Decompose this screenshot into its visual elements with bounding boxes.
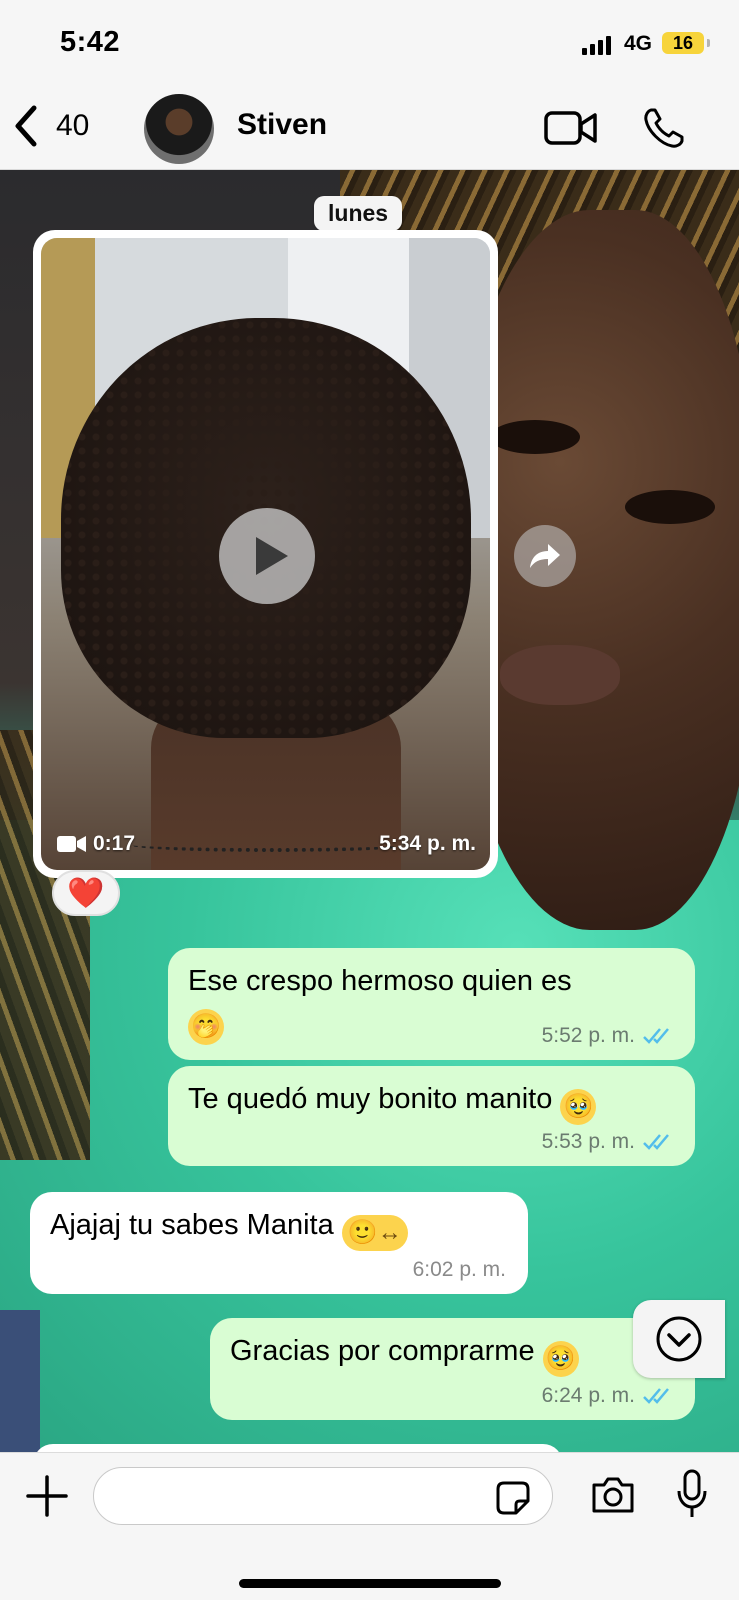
message-emoji: 🙂↔ <box>341 1215 408 1251</box>
message-time: 5:53 p. m. <box>541 1130 635 1153</box>
message-bubble[interactable]: Te quedó muy bonito manito 🥹 5:53 p. m. <box>168 1066 695 1166</box>
forward-button[interactable] <box>514 525 576 587</box>
message-meta: 6:02 p. m. <box>413 1258 506 1282</box>
contact-name[interactable]: Stiven <box>237 108 327 142</box>
reaction-heart[interactable]: ❤️ <box>52 870 120 916</box>
thumbnail-necklace <box>131 838 411 852</box>
status-time: 5:42 <box>60 26 121 58</box>
video-camera-icon[interactable] <box>544 110 598 146</box>
wallpaper-eye <box>625 490 715 524</box>
video-duration: 0:17 <box>57 832 135 856</box>
play-button[interactable] <box>219 508 315 604</box>
message-bubble[interactable]: Ajajaj tu sabes Manita 🙂↔ 6:02 p. m. <box>30 1192 528 1294</box>
sticker-icon[interactable] <box>494 1479 532 1517</box>
network-type: 4G <box>624 32 653 55</box>
date-separator: lunes <box>314 196 403 231</box>
wallpaper-lips <box>500 645 620 705</box>
contact-avatar[interactable] <box>144 94 214 164</box>
camera-icon[interactable] <box>590 1475 636 1515</box>
message-text: Gracias por comprarme <box>230 1335 535 1367</box>
message-emoji: 🤭 <box>188 1009 224 1045</box>
message-bubble[interactable]: Gracias por comprarme 🥹 6:24 p. m. <box>210 1318 695 1420</box>
read-receipt-icon <box>643 1388 669 1404</box>
message-time: 6:02 p. m. <box>412 1258 506 1281</box>
microphone-icon[interactable] <box>676 1469 708 1519</box>
back-button[interactable]: 40 <box>14 104 89 148</box>
back-chevron-icon <box>15 105 37 147</box>
battery-indicator: 16 <box>662 32 710 54</box>
message-composer <box>0 1452 739 1600</box>
message-input[interactable] <box>93 1467 553 1525</box>
message-text: Te quedó muy bonito manito <box>188 1083 553 1115</box>
wallpaper-eye <box>490 420 580 454</box>
message-time: 6:24 p. m. <box>541 1384 635 1407</box>
read-receipt-icon <box>643 1134 669 1150</box>
message-meta: 5:52 p. m. <box>542 1024 673 1048</box>
video-camera-icon <box>57 836 86 852</box>
forward-arrow-icon <box>530 544 560 568</box>
video-thumbnail[interactable]: 0:17 5:34 p. m. <box>41 238 490 870</box>
message-text: Ese crespo hermoso quien es <box>188 965 572 997</box>
status-bar: 5:42 4G 16 <box>0 0 739 88</box>
chevron-down-circle-icon <box>656 1316 702 1362</box>
video-duration-text: 0:17 <box>93 832 136 855</box>
message-bubble[interactable]: Ese crespo hermoso quien es 🤭 5:52 p. m. <box>168 948 695 1060</box>
video-timestamp: 5:34 p. m. <box>379 832 476 855</box>
plus-icon[interactable] <box>26 1475 68 1517</box>
scroll-to-bottom-button[interactable] <box>633 1300 725 1378</box>
message-meta: 6:24 p. m. <box>542 1384 673 1408</box>
message-meta: 5:53 p. m. <box>542 1130 673 1154</box>
read-receipt-icon <box>643 1028 669 1044</box>
home-indicator <box>239 1579 501 1588</box>
cellular-signal-icon <box>582 36 611 55</box>
video-message[interactable]: 0:17 5:34 p. m. <box>33 230 498 878</box>
message-time: 5:52 p. m. <box>541 1024 635 1047</box>
chat-header: 40 Stiven <box>0 88 739 170</box>
message-emoji: 🥹 <box>542 1341 579 1377</box>
unread-count: 40 <box>56 109 90 142</box>
wallpaper-jeans <box>0 1310 40 1452</box>
message-text: Ajajaj tu sabes Manita <box>50 1209 334 1241</box>
message-emoji: 🥹 <box>560 1089 597 1125</box>
phone-icon[interactable] <box>642 106 686 150</box>
